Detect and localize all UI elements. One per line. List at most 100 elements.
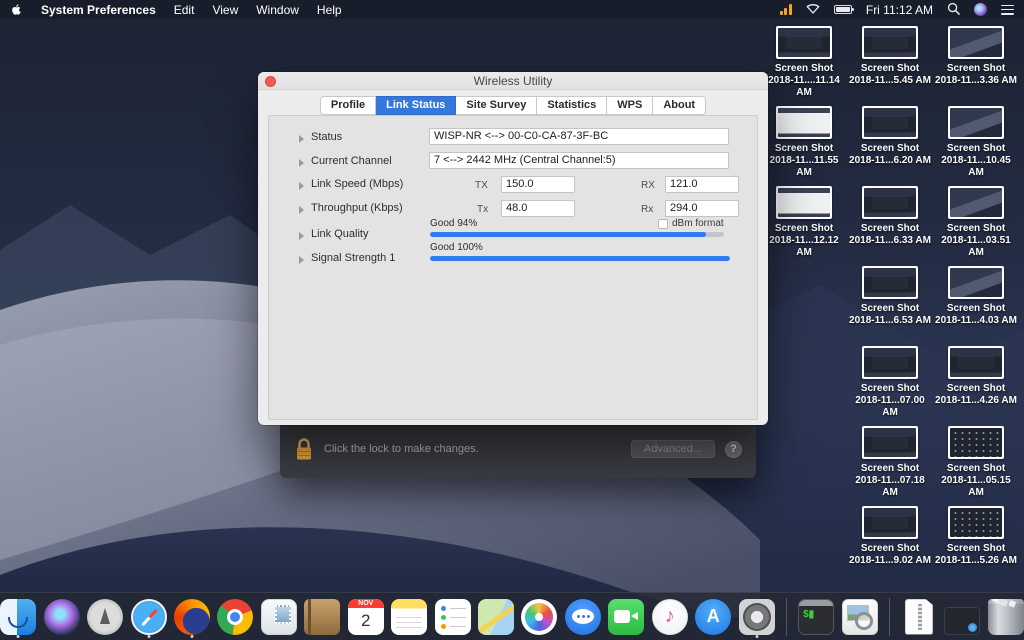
signal-strength-status: Good 100% bbox=[430, 242, 483, 253]
disclosure-triangle-icon[interactable] bbox=[299, 135, 304, 143]
signal-strength-label: Signal Strength 1 bbox=[311, 252, 395, 264]
contacts-icon bbox=[304, 599, 340, 635]
menu-item-window[interactable]: Window bbox=[256, 3, 299, 17]
dock-item-terminal[interactable] bbox=[798, 597, 834, 637]
desktop-icon[interactable]: Screen Shot2018-11....11.14 AM bbox=[761, 26, 847, 99]
status-value-field[interactable]: WISP-NR <--> 00-C0-CA-87-3F-BC bbox=[429, 128, 729, 145]
screenshot-thumbnail bbox=[862, 266, 918, 299]
siri-icon[interactable] bbox=[974, 3, 987, 16]
desktop-icon[interactable]: Screen Shot2018-11...11.55 AM bbox=[761, 106, 847, 179]
dock-item-launchpad[interactable] bbox=[87, 597, 123, 637]
disclosure-triangle-icon[interactable] bbox=[299, 256, 304, 264]
dock-item-maps[interactable] bbox=[478, 597, 514, 637]
desktop-icon[interactable]: Screen Shot2018-11...3.36 AM bbox=[933, 26, 1019, 87]
disclosure-triangle-icon[interactable] bbox=[299, 159, 304, 167]
dock-item-reminders[interactable] bbox=[434, 597, 470, 637]
desktop-icon-label-line1: Screen Shot bbox=[847, 543, 933, 555]
desktop-icon-label-line2: 2018-11...6.53 AM bbox=[847, 315, 933, 327]
menu-item-app[interactable]: System Preferences bbox=[41, 3, 156, 17]
tab-wps[interactable]: WPS bbox=[607, 96, 653, 115]
tab-about[interactable]: About bbox=[653, 96, 706, 115]
desktop-icon[interactable]: Screen Shot2018-11...10.45 AM bbox=[933, 106, 1019, 179]
desktop-icon[interactable]: Screen Shot2018-11...9.02 AM bbox=[847, 506, 933, 567]
screenshot-thumbnail bbox=[776, 186, 832, 219]
advanced-button[interactable]: Advanced... bbox=[631, 440, 715, 458]
dock-item-trash[interactable] bbox=[988, 597, 1024, 637]
tab-profile[interactable]: Profile bbox=[320, 96, 376, 115]
firefox-icon bbox=[174, 599, 210, 635]
dock: NOV2 bbox=[0, 592, 1024, 640]
dock-item-minimized[interactable] bbox=[944, 597, 980, 637]
dock-item-zipdoc[interactable] bbox=[901, 597, 937, 637]
dbm-format-checkbox[interactable]: dBm format bbox=[658, 218, 724, 229]
desktop-icon[interactable]: Screen Shot2018-11...4.26 AM bbox=[933, 346, 1019, 407]
dock-item-itunes[interactable] bbox=[652, 597, 688, 637]
disclosure-triangle-icon[interactable] bbox=[299, 232, 304, 240]
dock-item-facetime[interactable] bbox=[608, 597, 644, 637]
dock-item-appstore[interactable] bbox=[695, 597, 731, 637]
notification-center-icon[interactable] bbox=[1001, 5, 1014, 15]
desktop-icon[interactable]: Screen Shot2018-11...5.26 AM bbox=[933, 506, 1019, 567]
disclosure-triangle-icon[interactable] bbox=[299, 182, 304, 190]
thumbnail-image bbox=[864, 508, 916, 537]
wifi-outline-icon[interactable] bbox=[806, 2, 820, 17]
tab-link-status[interactable]: Link Status bbox=[376, 96, 456, 115]
dock-item-previewer[interactable] bbox=[841, 597, 877, 637]
thumbnail-image bbox=[864, 108, 916, 137]
desktop-icon-label-line2: 2018-11...6.20 AM bbox=[847, 155, 933, 167]
link-speed-tx-field[interactable]: 150.0 bbox=[501, 176, 575, 193]
dock-item-messages[interactable] bbox=[565, 597, 601, 637]
signal-bars-icon[interactable] bbox=[780, 4, 792, 15]
close-button[interactable] bbox=[265, 76, 276, 87]
desktop-icon[interactable]: Screen Shot2018-11...07.00 AM bbox=[847, 346, 933, 419]
desktop-icon[interactable]: Screen Shot2018-11...6.53 AM bbox=[847, 266, 933, 327]
tab-statistics[interactable]: Statistics bbox=[537, 96, 607, 115]
sysprefs-icon bbox=[739, 599, 775, 635]
disclosure-triangle-icon[interactable] bbox=[299, 206, 304, 214]
desktop-icon-label-line2: 2018-11...03.51 AM bbox=[933, 235, 1019, 259]
thumbnail-image bbox=[950, 508, 1002, 537]
menu-item-help[interactable]: Help bbox=[317, 3, 342, 17]
dock-item-notes[interactable] bbox=[391, 597, 427, 637]
desktop-icon[interactable]: Screen Shot2018-11...05.15 AM bbox=[933, 426, 1019, 499]
battery-icon[interactable] bbox=[834, 5, 852, 14]
desktop-icon[interactable]: Screen Shot2018-11...07.18 AM bbox=[847, 426, 933, 499]
menu-bar-clock[interactable]: Fri 11:12 AM bbox=[866, 3, 933, 17]
thumbnail-image bbox=[950, 268, 1002, 297]
dock-item-safari[interactable] bbox=[130, 597, 166, 637]
dock-item-siri[interactable] bbox=[43, 597, 79, 637]
throughput-tx-field[interactable]: 48.0 bbox=[501, 200, 575, 217]
desktop-icon[interactable]: Screen Shot2018-11...4.03 AM bbox=[933, 266, 1019, 327]
desktop-icon[interactable]: Screen Shot2018-11...6.33 AM bbox=[847, 186, 933, 247]
menu-item-edit[interactable]: Edit bbox=[174, 3, 195, 17]
help-button[interactable]: ? bbox=[725, 441, 742, 458]
dock-item-calendar[interactable]: NOV2 bbox=[348, 597, 384, 637]
dock-item-chrome[interactable] bbox=[217, 597, 253, 637]
desktop-icon[interactable]: Screen Shot2018-11...5.45 AM bbox=[847, 26, 933, 87]
apple-logo-icon[interactable] bbox=[10, 2, 23, 17]
dock-item-mail[interactable] bbox=[261, 597, 297, 637]
dock-item-photos[interactable] bbox=[521, 597, 557, 637]
dock-item-sysprefs[interactable] bbox=[738, 597, 774, 637]
dock-item-contacts[interactable] bbox=[304, 597, 340, 637]
window-titlebar[interactable]: Wireless Utility bbox=[258, 72, 768, 90]
lock-icon[interactable] bbox=[294, 437, 314, 461]
dock-item-finder[interactable] bbox=[0, 597, 36, 637]
current-channel-field[interactable]: 7 <--> 2442 MHz (Central Channel:5) bbox=[429, 152, 729, 169]
screenshot-thumbnail bbox=[948, 26, 1004, 59]
desktop-icon[interactable]: Screen Shot2018-11...12.12 AM bbox=[761, 186, 847, 259]
menu-item-view[interactable]: View bbox=[212, 3, 238, 17]
desktop-icon[interactable]: Screen Shot2018-11...03.51 AM bbox=[933, 186, 1019, 259]
desktop-icon-label-line1: Screen Shot bbox=[847, 303, 933, 315]
dock-item-firefox[interactable] bbox=[174, 597, 210, 637]
checkbox-box[interactable] bbox=[658, 219, 668, 229]
desktop-icon[interactable]: Screen Shot2018-11...6.20 AM bbox=[847, 106, 933, 167]
thumbnail-image bbox=[864, 348, 916, 377]
tab-site-survey[interactable]: Site Survey bbox=[456, 96, 537, 115]
thumbnail-image bbox=[778, 28, 830, 57]
spotlight-search-icon[interactable] bbox=[947, 2, 960, 18]
throughput-rx-field[interactable]: 294.0 bbox=[665, 200, 739, 217]
thumbnail-image bbox=[778, 188, 830, 217]
desktop-icon-label-line2: 2018-11...05.15 AM bbox=[933, 475, 1019, 499]
link-speed-rx-field[interactable]: 121.0 bbox=[665, 176, 739, 193]
